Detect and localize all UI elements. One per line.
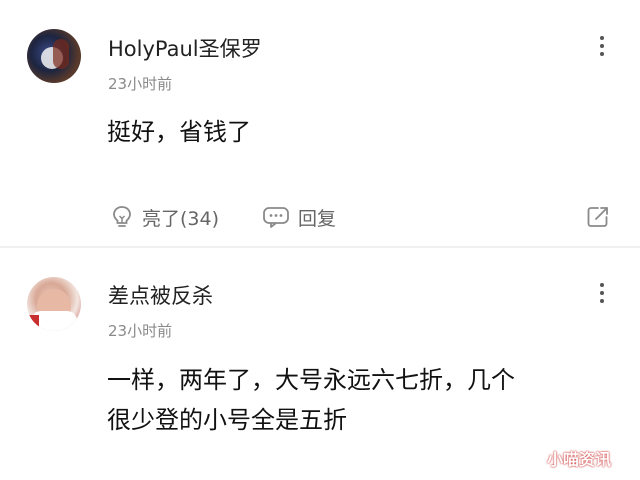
username[interactable]: 差点被反杀	[108, 280, 213, 310]
comment-text: 一样，两年了，大号永远六七折，几个 很少登的小号全是五折	[107, 360, 617, 440]
avatar-detail	[27, 315, 39, 331]
dot	[600, 299, 604, 303]
dot	[600, 283, 604, 287]
timestamp: 23小时前	[108, 322, 173, 340]
divider	[0, 246, 640, 248]
dot	[600, 291, 604, 295]
comment-text-line: 很少登的小号全是五折	[107, 406, 347, 434]
comment-item: 差点被反杀 23小时前 一样，两年了，大号永远六七折，几个 很少登的小号全是五折	[0, 0, 640, 434]
comment-text-line: 一样，两年了，大号永远六七折，几个	[107, 366, 515, 394]
watermark: 小喵资讯	[547, 450, 612, 469]
more-vertical-icon[interactable]	[595, 281, 609, 305]
avatar[interactable]	[27, 277, 81, 331]
